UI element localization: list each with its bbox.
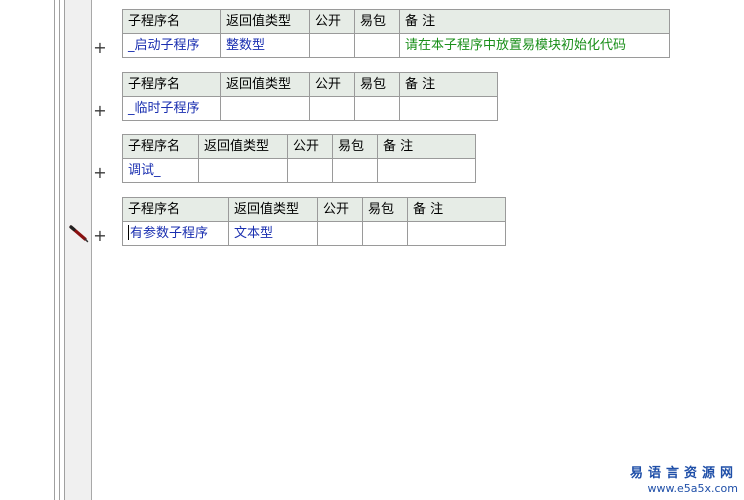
public-cell[interactable] [309,96,355,121]
return-type-cell[interactable]: 文本型 [228,221,318,246]
subroutine-table: 子程序名 返回值类型 公开 易包 备 注 调试_ [122,134,476,183]
header-easy-package: 易包 [354,9,400,34]
header-name: 子程序名 [122,9,221,34]
header-return-type: 返回值类型 [198,134,288,159]
expand-subroutine-button[interactable]: + [93,40,107,56]
public-cell[interactable] [317,221,363,246]
subroutine-header-row: 子程序名 返回值类型 公开 易包 备 注 [122,134,476,159]
easy-package-cell[interactable] [354,33,400,58]
subroutine-table: 子程序名 返回值类型 公开 易包 备 注 有参数子程序 文本型 [122,197,506,246]
subroutine-table: 子程序名 返回值类型 公开 易包 备 注 _临时子程序 [122,72,498,121]
gutter-line [54,0,55,500]
subroutine-header-row: 子程序名 返回值类型 公开 易包 备 注 [122,9,670,34]
editor-gutter [65,0,92,500]
header-remark: 备 注 [377,134,476,159]
watermark-url: www.e5a5x.com [647,482,738,495]
header-easy-package: 易包 [362,197,408,222]
header-name: 子程序名 [122,134,199,159]
easy-package-cell[interactable] [332,158,378,183]
subroutine-value-row: 调试_ [122,158,476,183]
header-name: 子程序名 [122,197,229,222]
expand-subroutine-button[interactable]: + [93,165,107,181]
header-easy-package: 易包 [354,72,400,97]
header-public: 公开 [287,134,333,159]
subroutine-header-row: 子程序名 返回值类型 公开 易包 备 注 [122,72,498,97]
header-public: 公开 [317,197,363,222]
return-type-cell[interactable] [220,96,310,121]
easy-package-cell[interactable] [362,221,408,246]
text-cursor [128,224,129,240]
pencil-icon [69,225,89,243]
easy-package-cell[interactable] [354,96,400,121]
header-remark: 备 注 [407,197,506,222]
header-return-type: 返回值类型 [220,9,310,34]
expand-subroutine-button[interactable]: + [93,103,107,119]
subroutine-header-row: 子程序名 返回值类型 公开 易包 备 注 [122,197,506,222]
subroutine-value-row: _启动子程序 整数型 请在本子程序中放置易模块初始化代码 [122,33,670,58]
gutter-line [59,0,60,500]
header-name: 子程序名 [122,72,221,97]
subroutine-table: 子程序名 返回值类型 公开 易包 备 注 _启动子程序 整数型 请在本子程序中放… [122,9,670,58]
remark-cell[interactable] [377,158,476,183]
header-public: 公开 [309,9,355,34]
subroutine-value-row: _临时子程序 [122,96,498,121]
return-type-cell[interactable] [198,158,288,183]
watermark-title: 易语言资源网 [629,466,738,481]
subroutine-name-text: 有参数子程序 [130,225,209,241]
subroutine-value-row: 有参数子程序 文本型 [122,221,506,246]
remark-cell[interactable] [399,96,498,121]
header-public: 公开 [309,72,355,97]
return-type-cell[interactable]: 整数型 [220,33,310,58]
remark-cell[interactable]: 请在本子程序中放置易模块初始化代码 [399,33,670,58]
header-remark: 备 注 [399,9,670,34]
public-cell[interactable] [309,33,355,58]
expand-subroutine-button[interactable]: + [93,228,107,244]
public-cell[interactable] [287,158,333,183]
header-return-type: 返回值类型 [220,72,310,97]
subroutine-name-cell[interactable]: 调试_ [122,158,199,183]
header-easy-package: 易包 [332,134,378,159]
watermark: 易语言资源网 www.e5a5x.com [630,466,738,496]
subroutine-name-cell[interactable]: _启动子程序 [122,33,221,58]
header-remark: 备 注 [399,72,498,97]
remark-cell[interactable] [407,221,506,246]
subroutine-name-cell[interactable]: _临时子程序 [122,96,221,121]
header-return-type: 返回值类型 [228,197,318,222]
subroutine-name-cell[interactable]: 有参数子程序 [122,221,229,246]
